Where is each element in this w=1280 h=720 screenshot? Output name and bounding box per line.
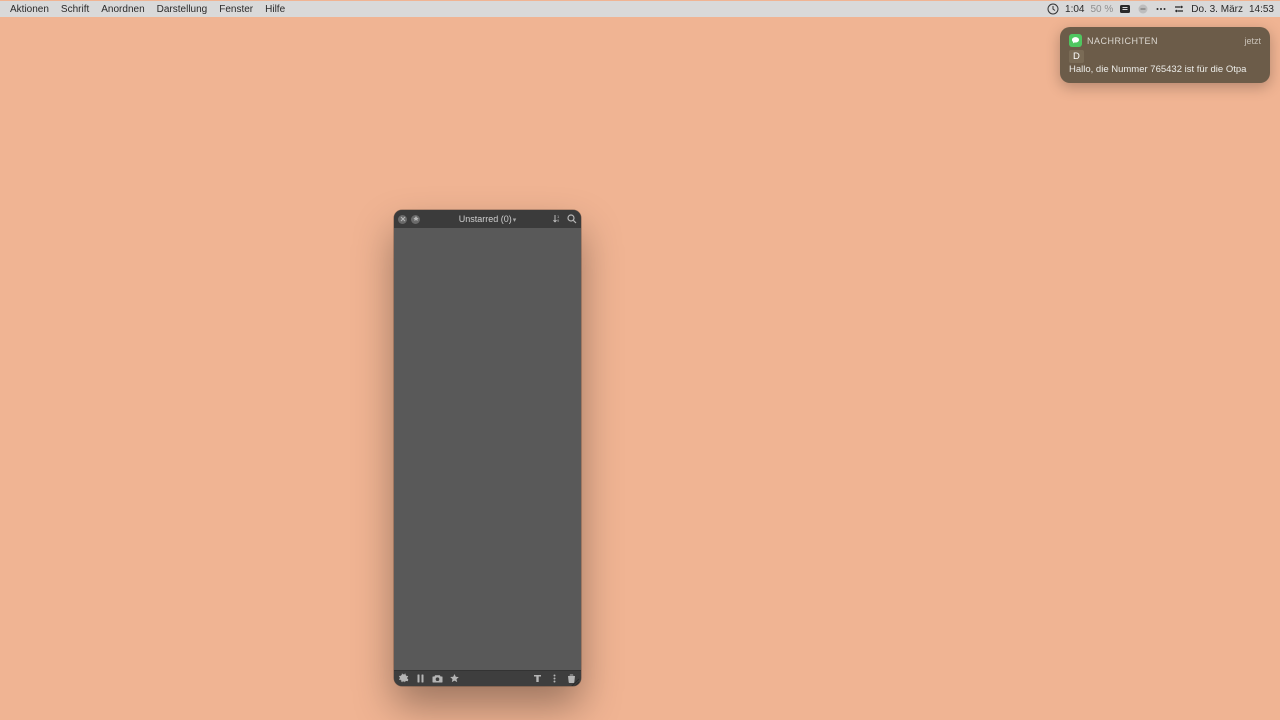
window-bottombar [394,670,581,686]
menubar-extra-icon-1[interactable] [1119,3,1131,15]
menu-schrift[interactable]: Schrift [55,1,95,17]
menubar-time[interactable]: 14:53 [1249,4,1274,15]
svg-text:9: 9 [557,218,560,223]
resize-grip-icon[interactable] [570,675,580,685]
menu-fenster[interactable]: Fenster [213,1,259,17]
menubar-extra-icon-ellipsis[interactable] [1155,3,1167,15]
notification-banner[interactable]: NACHRICHTEN jetzt D Hallo, die Nummer 76… [1060,27,1270,83]
notification-sender: D [1069,50,1084,63]
star-icon[interactable] [449,673,460,684]
menu-aktionen[interactable]: Aktionen [4,1,55,17]
close-icon[interactable] [398,215,407,224]
menu-anordnen[interactable]: Anordnen [95,1,150,17]
system-menubar: Aktionen Schrift Anordnen Darstellung Fe… [0,1,1280,17]
window-title-text: Unstarred (0) [459,214,512,224]
text-icon[interactable] [532,673,543,684]
window-content-empty [394,228,581,670]
menubar-right-cluster: 1:04 50 % Do. 3. März 14:53 [1047,1,1280,17]
window-titlebar[interactable]: Unstarred (0)▾ 19 [394,210,581,228]
sort-icon[interactable]: 19 [552,214,562,224]
notification-body: Hallo, die Nummer 765432 ist für die Otp… [1069,64,1261,75]
battery-percent: 50 % [1090,4,1113,15]
menubar-extra-icon-2[interactable] [1137,3,1149,15]
chevron-down-icon: ▾ [513,217,517,224]
pin-icon[interactable] [411,215,420,224]
messages-app-icon [1069,34,1082,47]
menu-hilfe[interactable]: Hilfe [259,1,291,17]
pause-icon[interactable] [415,673,426,684]
notification-timestamp: jetzt [1244,36,1261,46]
menubar-date[interactable]: Do. 3. März [1191,4,1243,15]
menubar-small-clock: 1:04 [1065,4,1084,15]
control-center-icon[interactable] [1173,3,1185,15]
more-icon[interactable] [549,673,560,684]
search-icon[interactable] [567,214,577,224]
clock-icon[interactable] [1047,3,1059,15]
app-window: Unstarred (0)▾ 19 [394,210,581,686]
menu-darstellung[interactable]: Darstellung [151,1,214,17]
camera-icon[interactable] [432,673,443,684]
gear-icon[interactable] [398,673,409,684]
notification-app-name: NACHRICHTEN [1087,36,1158,46]
